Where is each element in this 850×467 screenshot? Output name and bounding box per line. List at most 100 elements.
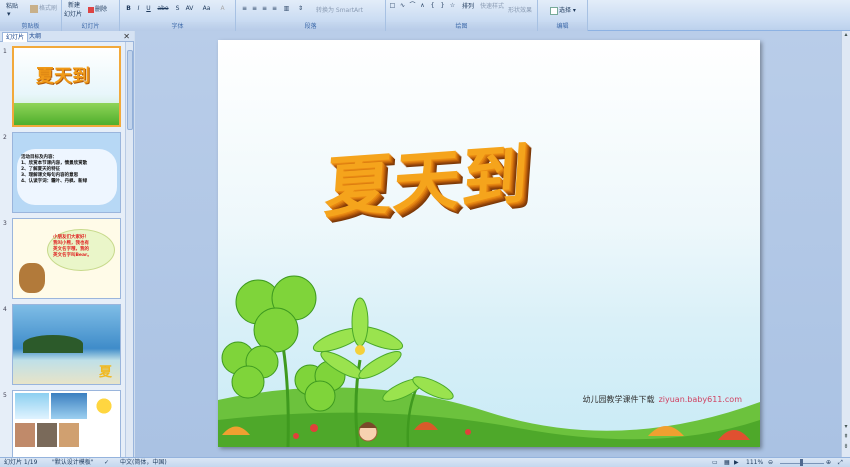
text-direction-icon[interactable]: ⇕ <box>296 4 305 13</box>
shape-brace-right-icon[interactable]: } <box>438 1 447 10</box>
italic-icon[interactable]: I <box>134 4 143 13</box>
bear-image <box>19 263 45 293</box>
slides-pane: 幻灯片 大纲 ✕ 1 夏天到 2 活动目标及内容： 1、欣赏本节课内容，情景欣赏… <box>0 31 134 457</box>
slide-thumbnail-5[interactable] <box>12 390 121 457</box>
tab-outline[interactable]: 大纲 <box>26 32 44 42</box>
font-color-icon[interactable]: A <box>218 4 227 13</box>
new-slide-button[interactable]: 新建 <box>68 0 80 9</box>
clipboard-group: 粘贴 ▾ 格式刷 剪贴板 <box>0 0 62 31</box>
paragraph-group: ≡ ≡ ≡ ≡ ▥ ⇕ 转换为 SmartArt 段落 <box>236 0 386 31</box>
font-group: B I U abe S AV Aa A 字体 <box>120 0 236 31</box>
thumb-title: 夏天到 <box>36 66 90 87</box>
select-button[interactable]: 选择 ▾ <box>550 5 576 15</box>
slide-title[interactable]: 夏天到 <box>322 121 534 231</box>
drawing-label: 绘图 <box>386 22 537 31</box>
photo-sun <box>15 393 49 419</box>
shape-brace-icon[interactable]: { <box>428 1 437 10</box>
pane-tabs: 幻灯片 大纲 ✕ <box>0 31 134 42</box>
quick-styles-button[interactable]: 快速样式 <box>480 1 504 10</box>
arrange-button[interactable]: 排列 <box>462 1 474 10</box>
thumb-line: 4、认读字词：霜叶、丹枫、新绿 <box>21 179 88 184</box>
editing-label: 编辑 <box>538 22 587 31</box>
change-case-icon[interactable]: Aa <box>200 4 213 13</box>
shape-effects-button[interactable]: 形状效果 <box>508 5 532 14</box>
photo-child <box>15 423 35 447</box>
bubble-line: 英文名字叫Bear。 <box>53 253 92 258</box>
font-label: 字体 <box>120 22 235 31</box>
strikethrough-icon[interactable]: abe <box>156 4 170 13</box>
sorter-view-icon[interactable]: ▦ <box>724 458 730 467</box>
scroll-up-icon[interactable]: ▴ <box>842 31 850 39</box>
main-scrollbar[interactable]: ▴ ▾ ⇞ ⇟ <box>841 31 850 457</box>
shape-curve-icon[interactable]: ∿ <box>398 1 407 10</box>
slide-canvas[interactable]: 夏天到 幼儿园教学课件下载 ziyuan.baby611.com <box>218 40 760 447</box>
slide-thumbnail-2[interactable]: 活动目标及内容： 1、欣赏本节课内容，情景欣赏歌 2、了解夏天的特征 3、理解课… <box>12 132 121 213</box>
slide-number: 1 <box>3 48 7 55</box>
slide-thumbnail-1[interactable]: 夏天到 <box>12 46 121 127</box>
shape-rect-icon[interactable]: □ <box>388 1 397 10</box>
char-spacing-icon[interactable]: AV <box>183 4 196 13</box>
thumb-grass-image <box>14 103 119 125</box>
format-painter-button[interactable]: 格式刷 <box>30 3 57 13</box>
slide-editor: 夏天到 幼儿园教学课件下载 ziyuan.baby611.com ▴ ▾ ⇞ ⇟ <box>135 31 850 457</box>
drawing-group: □ ∿ ⌒ ∧ { } ☆ 排列 快速样式 形状效果 绘图 <box>386 0 538 31</box>
shadow-icon[interactable]: S <box>173 4 182 13</box>
sun-drawing <box>91 393 117 419</box>
normal-view-icon[interactable]: ▭ <box>712 458 718 467</box>
scroll-thumb[interactable] <box>127 50 133 130</box>
clipboard-label: 剪贴板 <box>0 22 61 31</box>
credit-text: 幼儿园教学课件下载 <box>582 395 655 404</box>
zoom-level[interactable]: 111% <box>746 458 763 467</box>
align-center-icon[interactable]: ≡ <box>250 4 259 13</box>
shape-star-icon[interactable]: ☆ <box>448 1 457 10</box>
close-icon[interactable]: ✕ <box>123 31 130 42</box>
photo-sky <box>51 393 87 419</box>
editing-group: 选择 ▾ 编辑 <box>538 0 588 31</box>
photo-child <box>59 423 79 447</box>
delete-slide-button[interactable]: 删除 <box>88 4 107 13</box>
slide-position: 幻灯片 1/19 <box>4 459 38 466</box>
thumb-char: 夏 <box>98 365 112 380</box>
slide-number: 3 <box>3 220 7 227</box>
slide-number: 4 <box>3 306 7 313</box>
prev-slide-icon[interactable]: ⇞ <box>842 433 850 441</box>
next-slide-icon[interactable]: ⇟ <box>842 443 850 451</box>
photo-child <box>37 423 57 447</box>
spellcheck-icon[interactable]: ✓ <box>104 458 109 467</box>
zoom-in-icon[interactable]: ⊕ <box>826 458 831 467</box>
slide-thumbnail-4[interactable]: 夏 <box>12 304 121 385</box>
shape-wedge-icon[interactable]: ∧ <box>418 1 427 10</box>
zoom-slider-handle[interactable] <box>800 459 803 466</box>
slideshow-view-icon[interactable]: ▶ <box>734 458 739 467</box>
slide-credit: 幼儿园教学课件下载 ziyuan.baby611.com <box>583 394 742 405</box>
theme-name: "默认设计模板" <box>52 459 94 466</box>
paste-button[interactable]: 粘贴 <box>6 1 18 10</box>
justify-icon[interactable]: ≡ <box>270 4 279 13</box>
align-left-icon[interactable]: ≡ <box>240 4 249 13</box>
shape-arc-icon[interactable]: ⌒ <box>408 1 417 10</box>
slide-thumbnail-3[interactable]: 小朋友们大家好！ 我叫小熊，我也有 英文名字哦，我的 英文名字叫Bear。 <box>12 218 121 299</box>
slide-decoration <box>218 275 760 447</box>
slide-number: 5 <box>3 392 7 399</box>
tab-slides[interactable]: 幻灯片 <box>2 32 29 42</box>
convert-smartart-button[interactable]: 转换为 SmartArt <box>316 5 363 14</box>
align-right-icon[interactable]: ≡ <box>260 4 269 13</box>
underline-icon[interactable]: U <box>144 4 153 13</box>
columns-icon[interactable]: ▥ <box>282 4 291 13</box>
new-slide-button-label[interactable]: 幻灯片 <box>64 9 82 18</box>
bold-icon[interactable]: B <box>124 4 133 13</box>
zoom-out-icon[interactable]: ⊖ <box>768 458 773 467</box>
credit-url: ziyuan.baby611.com <box>658 395 742 404</box>
slide-number: 2 <box>3 134 7 141</box>
slides-label: 幻灯片 <box>62 22 119 31</box>
delete-icon <box>88 6 94 13</box>
scroll-down-icon[interactable]: ▾ <box>842 423 850 431</box>
thumbnail-scrollbar[interactable] <box>125 42 133 457</box>
brush-icon <box>30 4 38 13</box>
language: 中文(简体，中国) <box>120 459 167 466</box>
status-bar: 幻灯片 1/19 "默认设计模板" ✓ 中文(简体，中国) ▭ ▦ ▶ 111%… <box>0 457 850 467</box>
island-image <box>23 335 83 353</box>
fit-window-icon[interactable]: ⤢ <box>838 458 843 467</box>
paste-icon[interactable]: ▾ <box>7 10 11 18</box>
thumbnail-list[interactable]: 1 夏天到 2 活动目标及内容： 1、欣赏本节课内容，情景欣赏歌 2、了解夏天的… <box>0 42 126 457</box>
